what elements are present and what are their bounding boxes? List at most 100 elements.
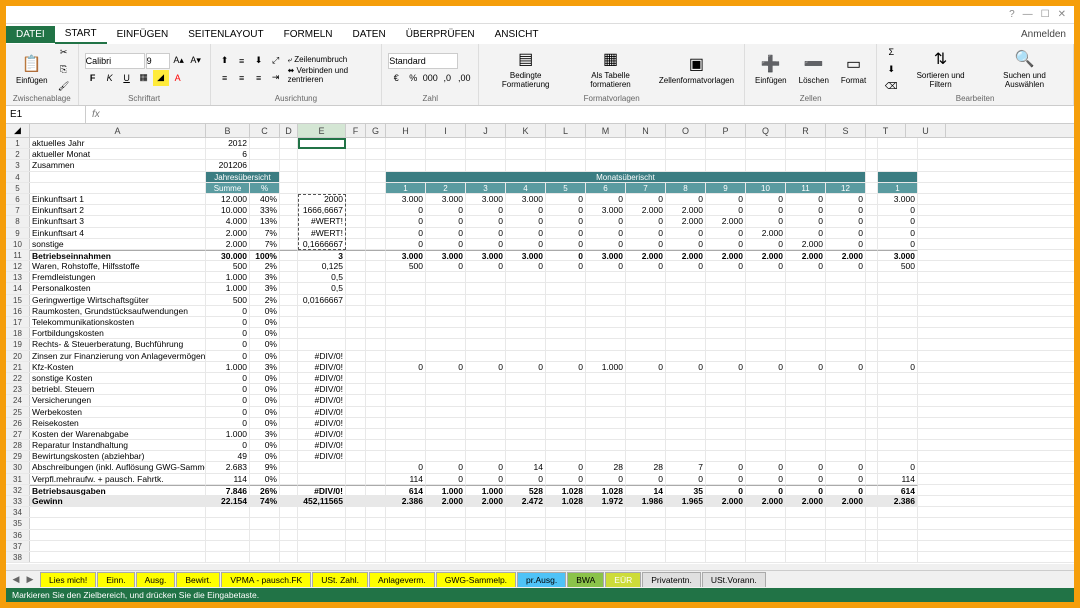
cell[interactable] [546,440,586,450]
cell[interactable] [426,295,466,305]
cell[interactable]: 0 [746,205,786,215]
cell[interactable] [366,485,386,495]
cell[interactable] [346,462,366,472]
cell[interactable] [826,351,866,361]
cell[interactable]: 0% [250,384,280,394]
cell[interactable] [746,429,786,439]
cell[interactable] [826,138,866,148]
cell[interactable] [878,306,918,316]
name-box[interactable]: E1 [6,106,86,123]
cell[interactable]: 1.000 [466,485,506,495]
tab-datei[interactable]: DATEI [6,26,55,43]
cell[interactable]: 0 [626,228,666,238]
cell[interactable]: 30.000 [206,250,250,260]
cell[interactable] [346,429,366,439]
cell[interactable]: 0 [466,474,506,484]
row-header[interactable]: 13 [6,272,30,282]
cell[interactable] [366,496,386,506]
cell[interactable] [866,418,878,428]
cell[interactable] [466,373,506,383]
cell[interactable]: aktueller Monat [30,149,206,159]
cell[interactable]: 0 [706,239,746,249]
cell[interactable] [866,328,878,338]
cell[interactable]: 26% [250,485,280,495]
cell[interactable] [466,283,506,293]
cell[interactable] [626,351,666,361]
cell[interactable]: 2.683 [206,462,250,472]
cell[interactable] [386,373,426,383]
cell[interactable]: 2.000 [206,228,250,238]
row-header[interactable]: 24 [6,395,30,405]
cell[interactable] [626,384,666,394]
cell[interactable] [366,474,386,484]
sheet-tab[interactable]: pr.Ausg. [517,572,566,587]
cell[interactable] [878,283,918,293]
cell[interactable] [506,395,546,405]
cell[interactable] [546,328,586,338]
cell[interactable] [366,395,386,405]
cell[interactable]: Kfz-Kosten [30,362,206,372]
cell[interactable]: 0 [546,362,586,372]
align-center-icon[interactable]: ≡ [234,70,250,86]
cell[interactable] [386,339,426,349]
cell[interactable] [826,429,866,439]
cell[interactable] [826,328,866,338]
cell[interactable] [826,507,866,517]
col-header-M[interactable]: M [586,124,626,137]
cell[interactable]: 1.000 [206,362,250,372]
align-right-icon[interactable]: ≡ [251,70,267,86]
cell[interactable] [250,530,280,540]
cell[interactable] [626,149,666,159]
cell[interactable] [466,149,506,159]
cell[interactable] [586,283,626,293]
cell[interactable] [786,351,826,361]
maximize-icon[interactable]: ☐ [1041,9,1050,20]
clear-icon[interactable]: ⌫ [883,78,899,94]
cell[interactable] [506,272,546,282]
cell[interactable] [826,541,866,551]
cell[interactable] [466,451,506,461]
cell[interactable] [746,160,786,170]
cell[interactable] [866,205,878,215]
cell[interactable] [506,328,546,338]
cell[interactable] [826,149,866,159]
number-format-select[interactable] [388,53,458,69]
cell[interactable]: 0 [746,194,786,204]
cell[interactable] [280,362,298,372]
cell[interactable] [786,407,826,417]
cell[interactable] [280,474,298,484]
cell[interactable]: 0 [826,485,866,495]
cell[interactable] [826,373,866,383]
signin-link[interactable]: Anmelden [1021,29,1074,40]
cell[interactable] [466,138,506,148]
cell[interactable] [280,429,298,439]
cell[interactable]: 2.000 [666,205,706,215]
cell[interactable] [706,440,746,450]
cell[interactable] [346,496,366,506]
cell[interactable]: 0 [466,362,506,372]
cell[interactable] [426,138,466,148]
cell[interactable] [30,518,206,528]
cell[interactable] [826,283,866,293]
cell[interactable] [866,362,878,372]
cell[interactable] [666,407,706,417]
cell[interactable]: 0 [878,216,918,226]
cell[interactable] [786,552,826,562]
cell[interactable] [586,407,626,417]
align-top-icon[interactable]: ⬆ [217,53,233,69]
cell[interactable] [746,283,786,293]
cell[interactable] [878,395,918,405]
cell[interactable]: Werbekosten [30,407,206,417]
cell[interactable]: 28 [586,462,626,472]
cell[interactable] [586,306,626,316]
cell[interactable] [366,407,386,417]
cell[interactable] [626,518,666,528]
cell[interactable]: 0 [786,485,826,495]
cell[interactable] [386,429,426,439]
cell[interactable] [866,518,878,528]
cell[interactable] [280,283,298,293]
col-header-P[interactable]: P [706,124,746,137]
col-header-O[interactable]: O [666,124,706,137]
cell[interactable] [280,272,298,282]
cell[interactable] [366,552,386,562]
